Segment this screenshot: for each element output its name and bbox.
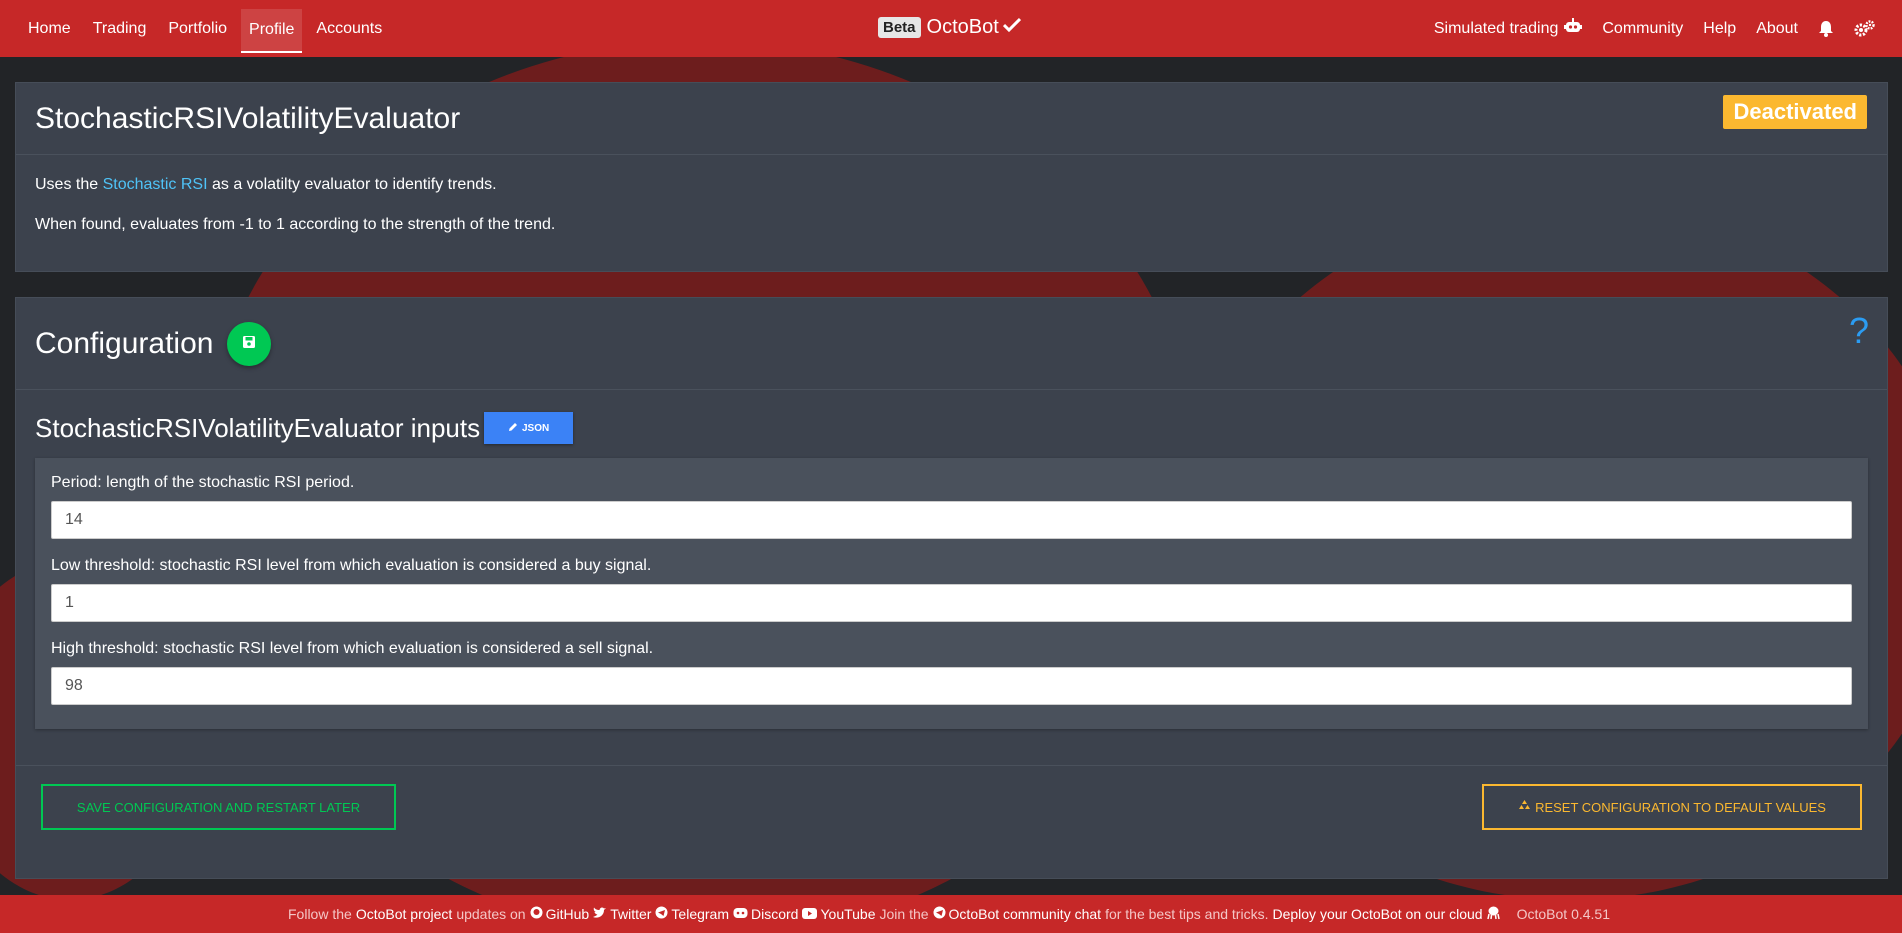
github-link[interactable]: GitHub bbox=[546, 906, 590, 922]
twitter-icon bbox=[593, 906, 607, 922]
nav-home[interactable]: Home bbox=[20, 0, 79, 57]
nav-profile[interactable]: Profile bbox=[241, 8, 303, 53]
pencil-icon bbox=[508, 422, 518, 435]
telegram-link[interactable]: Telegram bbox=[671, 906, 729, 922]
reset-config-button[interactable]: RESET CONFIGURATION TO DEFAULT VALUES bbox=[1482, 784, 1862, 830]
evaluator-description: Uses the Stochastic RSI as a volatilty e… bbox=[16, 155, 1887, 236]
page-title: StochasticRSIVolatilityEvaluator bbox=[35, 101, 461, 135]
inputs-card: Period: length of the stochastic RSI per… bbox=[35, 458, 1868, 729]
nav-trading[interactable]: Trading bbox=[85, 0, 155, 57]
version-label: OctoBot 0.4.51 bbox=[1516, 906, 1610, 922]
low-threshold-label: Low threshold: stochastic RSI level from… bbox=[51, 557, 652, 574]
high-threshold-label: High threshold: stochastic RSI level fro… bbox=[51, 640, 654, 657]
evaluator-panel: StochasticRSIVolatilityEvaluator Deactiv… bbox=[15, 82, 1888, 272]
discord-link[interactable]: Discord bbox=[751, 906, 798, 922]
actions-row: SAVE CONFIGURATION AND RESTART LATER RES… bbox=[16, 765, 1887, 848]
floppy-disk-icon bbox=[243, 335, 256, 353]
discord-icon bbox=[733, 906, 748, 922]
low-threshold-input[interactable] bbox=[51, 584, 1852, 622]
check-icon bbox=[1002, 16, 1021, 39]
robot-icon bbox=[1564, 18, 1583, 39]
octopus-icon bbox=[1486, 906, 1500, 923]
brand-name: OctoBot bbox=[926, 16, 999, 38]
youtube-icon bbox=[802, 906, 818, 922]
desc-suffix: as a volatilty evaluator to identify tre… bbox=[207, 176, 497, 193]
reset-config-label: RESET CONFIGURATION TO DEFAULT VALUES bbox=[1535, 799, 1826, 815]
nav-about[interactable]: About bbox=[1748, 0, 1806, 57]
status-badge: Deactivated bbox=[1723, 95, 1867, 129]
footer-text-4: for the best tips and tricks. bbox=[1105, 906, 1269, 922]
telegram-icon bbox=[655, 906, 668, 922]
footer: Follow the OctoBot project updates on Gi… bbox=[0, 895, 1902, 933]
top-navbar: Home Trading Portfolio Profile Accounts … bbox=[0, 0, 1902, 57]
help-question-icon[interactable]: ? bbox=[1849, 310, 1869, 352]
stochastic-rsi-link[interactable]: Stochastic RSI bbox=[103, 176, 208, 193]
nav-portfolio[interactable]: Portfolio bbox=[160, 0, 235, 57]
period-label: Period: length of the stochastic RSI per… bbox=[51, 474, 355, 491]
brand-logo[interactable]: Beta OctoBot bbox=[878, 16, 1021, 39]
desc-line-2: When found, evaluates from -1 to 1 accor… bbox=[35, 215, 556, 233]
edit-json-label: JSON bbox=[522, 422, 550, 434]
footer-text-2: updates on bbox=[456, 906, 526, 922]
footer-text-3: Join the bbox=[879, 906, 929, 922]
inputs-title: StochasticRSIVolatilityEvaluator inputs bbox=[35, 412, 481, 443]
period-input[interactable] bbox=[51, 501, 1852, 539]
settings-cogs-icon[interactable] bbox=[1846, 0, 1884, 57]
high-threshold-input[interactable] bbox=[51, 667, 1852, 705]
twitter-link[interactable]: Twitter bbox=[610, 906, 651, 922]
bell-icon[interactable] bbox=[1810, 0, 1842, 57]
nav-simulated-trading-label: Simulated trading bbox=[1433, 19, 1559, 37]
nav-accounts[interactable]: Accounts bbox=[308, 0, 390, 57]
recycle-icon bbox=[1518, 799, 1531, 815]
nav-simulated-trading[interactable]: Simulated trading bbox=[1426, 0, 1591, 57]
edit-json-button[interactable]: JSON bbox=[484, 412, 574, 444]
github-icon bbox=[530, 906, 543, 922]
save-restart-later-button[interactable]: SAVE CONFIGURATION AND RESTART LATER bbox=[41, 784, 396, 830]
community-chat-link[interactable]: OctoBot community chat bbox=[949, 906, 1102, 922]
deploy-cloud-link[interactable]: Deploy your OctoBot on our cloud bbox=[1272, 906, 1482, 922]
configuration-panel: Configuration ? StochasticRSIVolatilityE… bbox=[15, 297, 1888, 879]
nav-community[interactable]: Community bbox=[1594, 0, 1691, 57]
nav-help[interactable]: Help bbox=[1695, 0, 1744, 57]
desc-prefix: Uses the bbox=[35, 176, 103, 193]
octobot-project-link[interactable]: OctoBot project bbox=[356, 906, 453, 922]
save-config-button[interactable] bbox=[227, 321, 272, 366]
telegram-chat-icon bbox=[933, 906, 946, 922]
configuration-title: Configuration bbox=[35, 326, 214, 360]
footer-text-1: Follow the bbox=[288, 906, 352, 922]
beta-badge: Beta bbox=[878, 17, 921, 38]
youtube-link[interactable]: YouTube bbox=[820, 906, 875, 922]
